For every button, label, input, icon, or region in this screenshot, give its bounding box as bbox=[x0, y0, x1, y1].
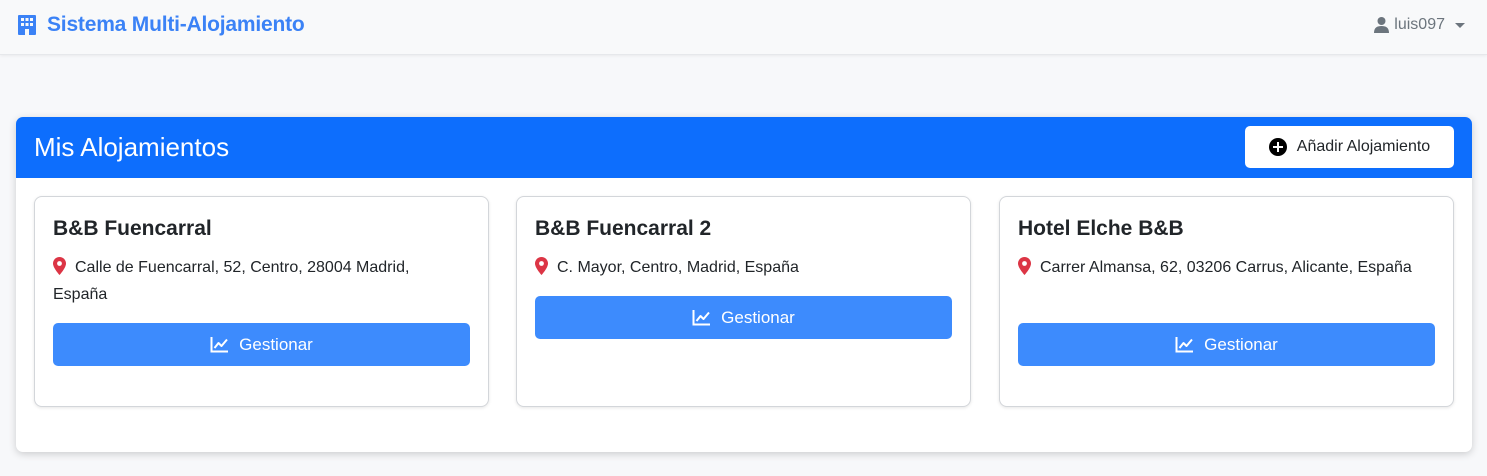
property-card: B&B Fuencarral Calle de Fuencarral, 52, … bbox=[34, 196, 489, 407]
property-address-text: Carrer Almansa, 62, 03206 Carrus, Alican… bbox=[1040, 259, 1412, 276]
property-name: B&B Fuencarral bbox=[53, 217, 212, 240]
manage-button[interactable]: Gestionar bbox=[53, 323, 470, 366]
manage-button[interactable]: Gestionar bbox=[1018, 323, 1435, 366]
manage-button-label: Gestionar bbox=[1204, 334, 1278, 354]
username: luis097 bbox=[1394, 16, 1445, 33]
chevron-down-icon bbox=[1455, 22, 1465, 28]
accommodations-panel: Mis Alojamientos Añadir Alojamiento B&B … bbox=[16, 117, 1472, 452]
map-pin-icon bbox=[535, 257, 548, 275]
line-chart-icon bbox=[692, 310, 711, 326]
property-address-text: C. Mayor, Centro, Madrid, España bbox=[557, 259, 799, 276]
property-address: Calle de Fuencarral, 52, Centro, 28004 M… bbox=[53, 254, 463, 308]
panel-header: Mis Alojamientos Añadir Alojamiento bbox=[16, 117, 1472, 178]
user-dropdown[interactable]: luis097 bbox=[1374, 14, 1465, 36]
navbar: Sistema Multi-Alojamiento luis097 bbox=[0, 0, 1487, 55]
manage-button[interactable]: Gestionar bbox=[535, 296, 952, 339]
property-address-text: Calle de Fuencarral, 52, Centro, 28004 M… bbox=[53, 259, 410, 303]
line-chart-icon bbox=[210, 337, 229, 353]
manage-button-label: Gestionar bbox=[239, 334, 313, 354]
property-address: C. Mayor, Centro, Madrid, España bbox=[535, 254, 945, 281]
user-icon bbox=[1374, 17, 1390, 33]
map-pin-icon bbox=[53, 257, 66, 275]
property-address: Carrer Almansa, 62, 03206 Carrus, Alican… bbox=[1018, 254, 1428, 281]
property-card: Hotel Elche B&B Carrer Almansa, 62, 0320… bbox=[999, 196, 1454, 407]
panel-title: Mis Alojamientos bbox=[34, 132, 230, 162]
map-pin-icon bbox=[1018, 257, 1031, 275]
brand-link[interactable]: Sistema Multi-Alojamiento bbox=[16, 12, 305, 38]
building-icon bbox=[18, 15, 36, 35]
add-accommodation-button[interactable]: Añadir Alojamiento bbox=[1245, 126, 1454, 168]
line-chart-icon bbox=[1175, 337, 1194, 353]
property-name: B&B Fuencarral 2 bbox=[535, 217, 712, 240]
property-name: Hotel Elche B&B bbox=[1018, 217, 1184, 240]
plus-circle-icon bbox=[1268, 138, 1287, 156]
add-accommodation-label: Añadir Alojamiento bbox=[1296, 138, 1431, 155]
brand-title: Sistema Multi-Alojamiento bbox=[47, 13, 305, 36]
manage-button-label: Gestionar bbox=[721, 307, 795, 327]
property-card: B&B Fuencarral 2 C. Mayor, Centro, Madri… bbox=[516, 196, 971, 407]
